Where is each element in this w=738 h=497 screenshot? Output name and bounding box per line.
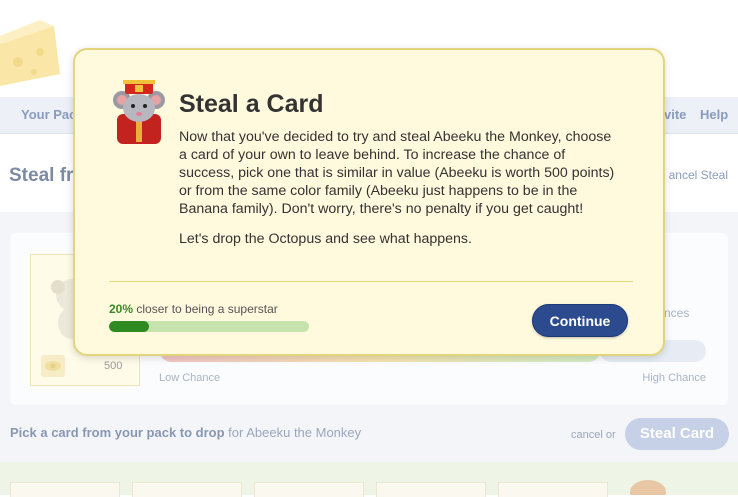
- nav-help[interactable]: Help: [700, 107, 728, 122]
- pick-instruction-strong: Pick a card from your pack to drop: [10, 425, 225, 440]
- cancel-steal-link[interactable]: ancel Steal: [669, 168, 728, 182]
- steal-card-dialog: Steal a Card Now that you've decided to …: [73, 48, 665, 356]
- cheese-logo-icon: [0, 20, 60, 86]
- cancel-link[interactable]: cancel or: [571, 429, 616, 441]
- eye-icon: [41, 355, 65, 377]
- low-chance-label: Low Chance: [159, 372, 221, 384]
- progress-bar: [109, 321, 309, 332]
- monkey-thumb-icon[interactable]: [624, 480, 672, 495]
- dialog-divider: [109, 281, 633, 282]
- nav-your-pack[interactable]: Your Pac: [21, 107, 76, 122]
- dialog-title: Steal a Card: [179, 90, 324, 118]
- progress-percent: 20%: [109, 302, 134, 316]
- rat-emperor-icon: [113, 80, 165, 144]
- pick-instruction-target: for Abeeku the Monkey: [224, 425, 362, 440]
- continue-button[interactable]: Continue: [532, 304, 628, 337]
- dialog-paragraph: Now that you've decided to try and steal…: [179, 129, 615, 217]
- steal-card-button[interactable]: Steal Card: [625, 418, 729, 450]
- steal-heading: Steal fr: [9, 165, 74, 186]
- progress-caption: 20% closer to being a superstar: [109, 302, 278, 316]
- nav-invite[interactable]: vite: [664, 107, 686, 122]
- progress-bar-fill: [109, 321, 149, 332]
- progress-caption-text: closer to being a superstar: [133, 302, 278, 316]
- chances-label: nces: [664, 306, 690, 320]
- pick-instruction: Pick a card from your pack to drop for A…: [10, 425, 361, 440]
- dialog-body: Now that you've decided to try and steal…: [179, 128, 619, 248]
- dialog-paragraph: Let's drop the Octopus and see what happ…: [179, 231, 472, 247]
- high-chance-label: High Chance: [642, 372, 706, 384]
- card-points: 500: [104, 360, 123, 372]
